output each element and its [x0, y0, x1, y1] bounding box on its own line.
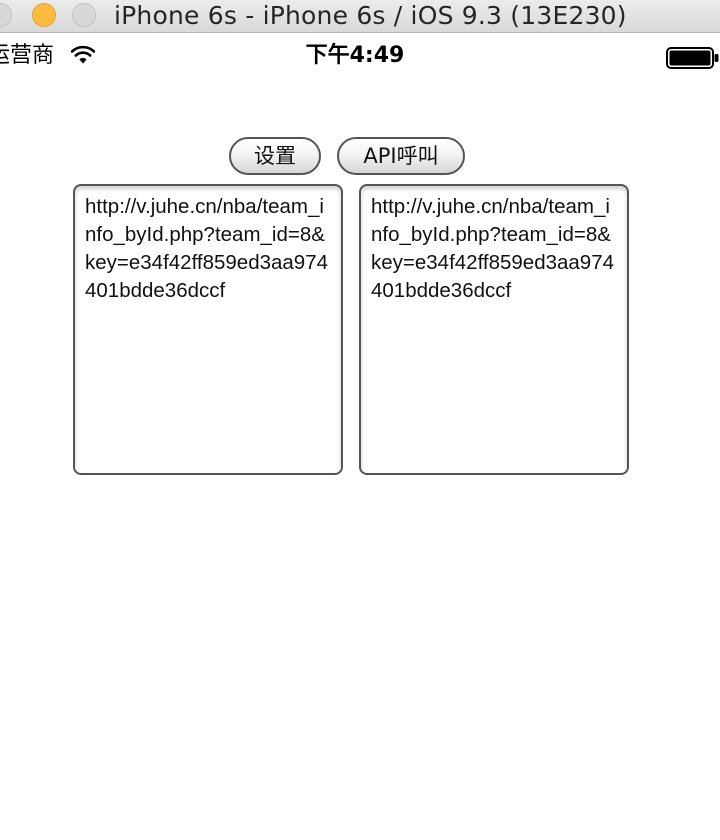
ios-status-bar: 运营商 下午4:49 — [0, 33, 720, 77]
status-time: 下午4:49 — [305, 43, 405, 68]
settings-button[interactable]: 设置 — [229, 137, 321, 175]
window-title: iPhone 6s - iPhone 6s / iOS 9.3 (13E230) — [114, 1, 627, 30]
window-close-button[interactable] — [0, 3, 12, 27]
simulator-title-bar: iPhone 6s - iPhone 6s / iOS 9.3 (13E230) — [0, 0, 720, 33]
api-call-button[interactable]: API呼叫 — [337, 137, 465, 175]
request-url-textview-left[interactable]: http://v.juhe.cn/nba/team_info_byId.php?… — [73, 184, 343, 475]
left-panel-text: http://v.juhe.cn/nba/team_info_byId.php?… — [85, 195, 329, 302]
window-minimize-button[interactable] — [32, 3, 56, 27]
battery-icon — [666, 47, 719, 69]
window-zoom-button[interactable] — [72, 3, 96, 27]
request-url-textview-right[interactable]: http://v.juhe.cn/nba/team_info_byId.php?… — [359, 184, 629, 475]
right-panel-text: http://v.juhe.cn/nba/team_info_byId.php?… — [371, 195, 615, 302]
